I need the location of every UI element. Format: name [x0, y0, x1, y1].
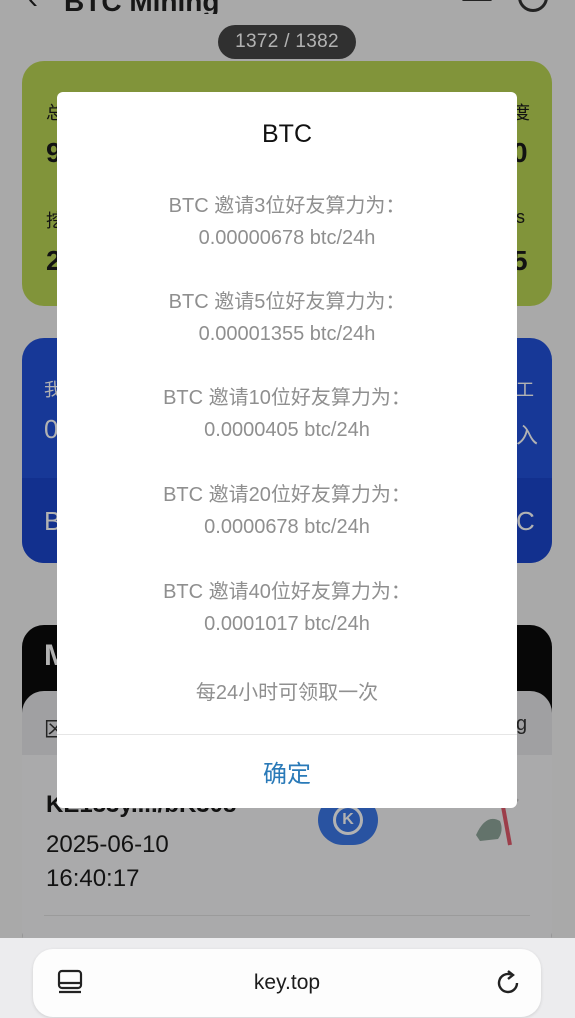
dialog-title: BTC	[262, 120, 312, 148]
tier-description: BTC 邀请10位好友算力为：	[163, 387, 411, 409]
tier-description: BTC 邀请3位好友算力为：	[168, 195, 406, 217]
tier-description: BTC 邀请40位好友算力为：	[163, 581, 411, 603]
tier-rate: 0.00000678 btc/24h	[198, 227, 376, 249]
reward-tier: BTC 邀请10位好友算力为： 0.0000405 btc/24h	[57, 382, 517, 446]
reload-icon[interactable]	[493, 968, 523, 998]
tier-description: BTC 邀请5位好友算力为：	[168, 291, 406, 313]
url-text[interactable]: key.top	[33, 971, 541, 995]
reward-tier: BTC 邀请40位好友算力为： 0.0001017 btc/24h	[57, 576, 517, 640]
invite-reward-dialog: BTC BTC 邀请3位好友算力为： 0.00000678 btc/24h BT…	[57, 92, 517, 808]
confirm-button[interactable]: 确定	[57, 735, 517, 808]
browser-bottom-bar: key.top	[0, 938, 575, 1018]
reward-tier: BTC 邀请5位好友算力为： 0.00001355 btc/24h	[57, 286, 517, 350]
address-bar[interactable]: key.top	[33, 949, 541, 1017]
tier-rate: 0.0000678 btc/24h	[204, 516, 370, 538]
tier-rate: 0.0001017 btc/24h	[204, 613, 370, 635]
claim-frequency-note: 每24小时可领取一次	[195, 682, 379, 704]
reward-tier: BTC 邀请20位好友算力为： 0.0000678 btc/24h	[57, 479, 517, 543]
tier-description: BTC 邀请20位好友算力为：	[163, 484, 411, 506]
tier-rate: 0.0000405 btc/24h	[204, 419, 370, 441]
tier-rate: 0.00001355 btc/24h	[198, 323, 376, 345]
reward-tier: BTC 邀请3位好友算力为： 0.00000678 btc/24h	[57, 190, 517, 254]
